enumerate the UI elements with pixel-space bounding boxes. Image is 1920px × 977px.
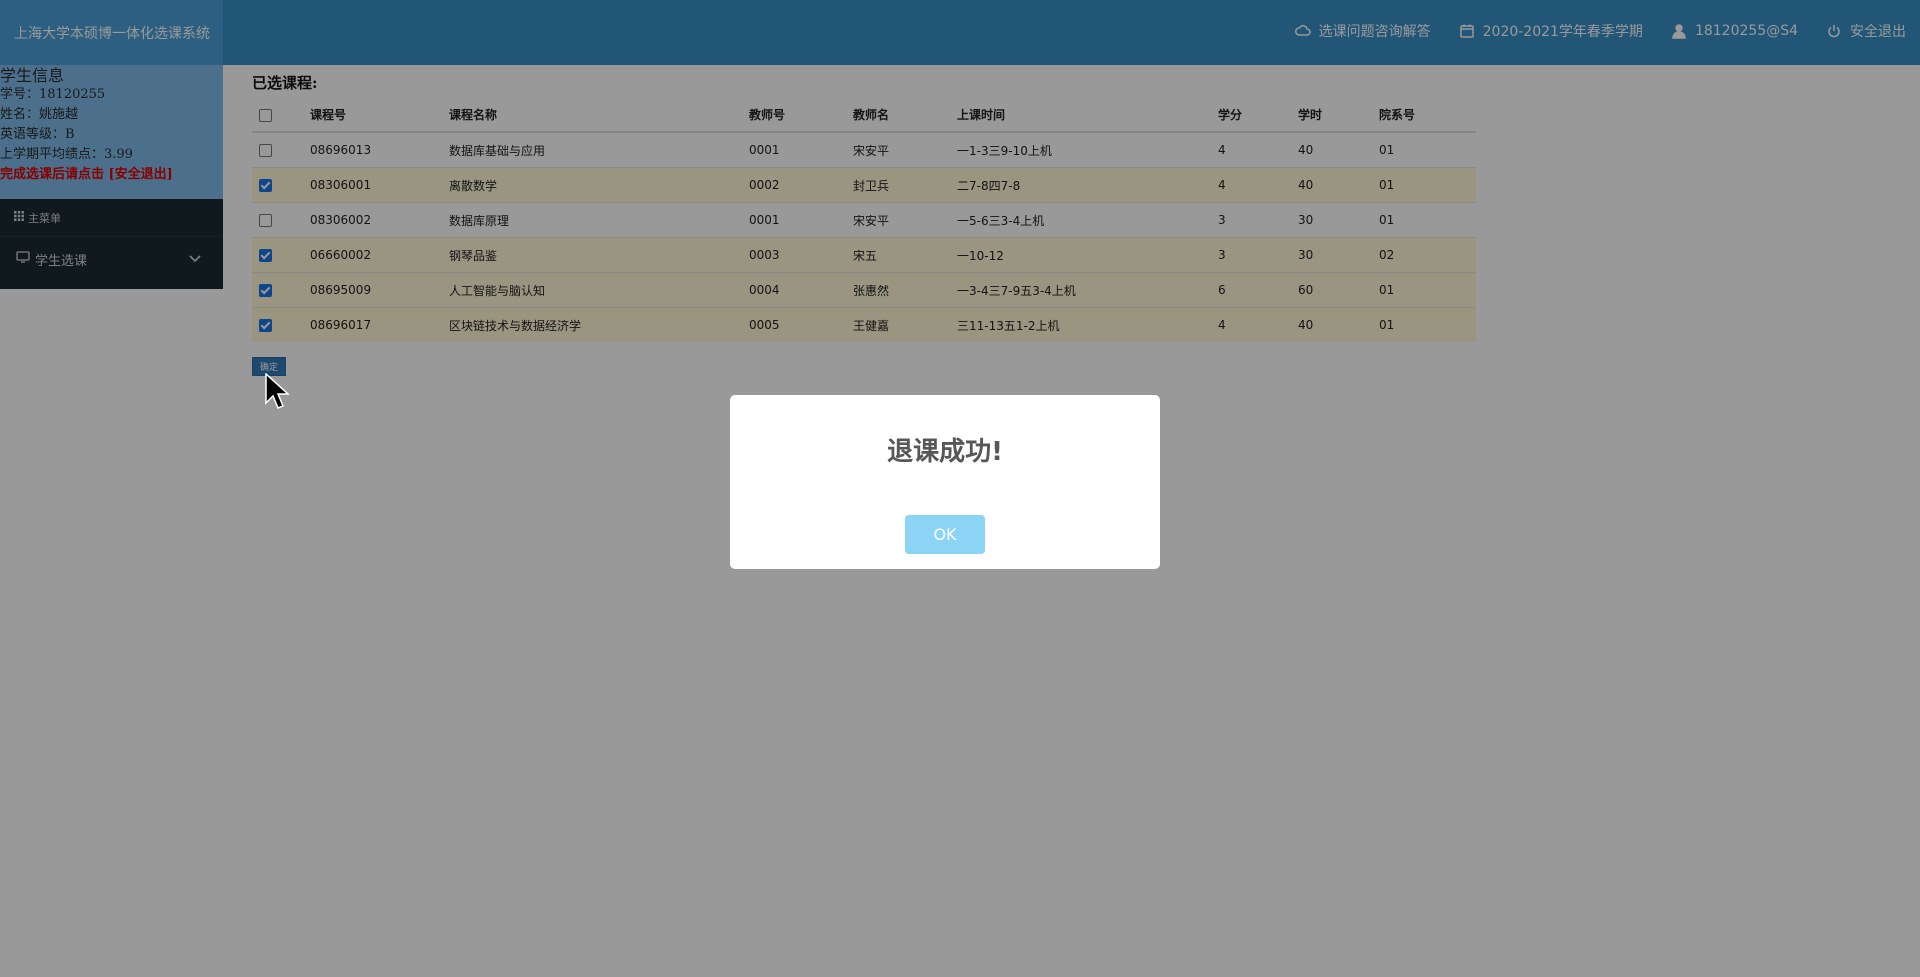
mouse-cursor-icon: [265, 372, 291, 415]
ok-button[interactable]: OK: [905, 515, 985, 554]
success-dialog: 退课成功! OK: [730, 395, 1160, 569]
dialog-message: 退课成功!: [887, 437, 1003, 467]
